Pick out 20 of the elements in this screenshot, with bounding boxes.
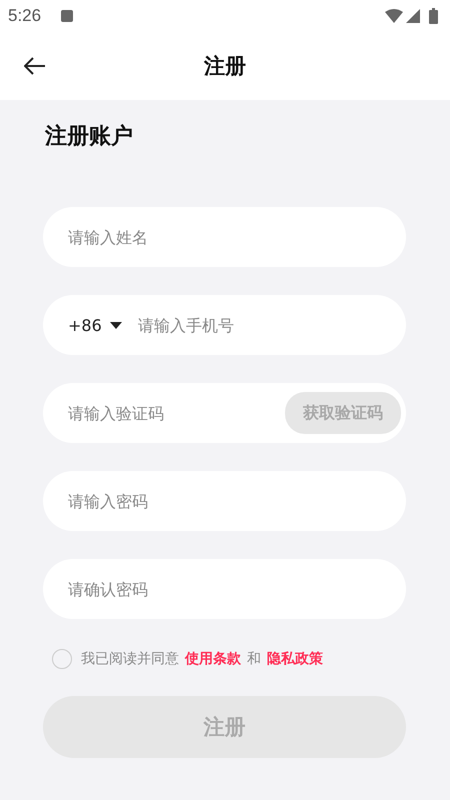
back-arrow-icon [24, 57, 46, 75]
form-heading: 注册账户 [45, 123, 134, 151]
input-field[interactable]: 请输入密码 [43, 471, 406, 531]
input-field[interactable]: 请输入验证码 获取验证码 [43, 383, 406, 443]
country-code-selector[interactable]: +86 [68, 316, 122, 334]
page-title: 注册 [204, 53, 246, 80]
notification-icon [61, 10, 74, 22]
wifi-icon [385, 9, 403, 23]
terms-link[interactable]: 使用条款 [185, 650, 241, 668]
input-field[interactable]: 请确认密码 [43, 559, 406, 619]
status-time: 5:26 [8, 6, 42, 26]
agreement-text: 我已阅读并同意 [81, 650, 179, 668]
input-field[interactable]: 请输入姓名 [43, 207, 406, 267]
conjunction-text: 和 [247, 650, 261, 668]
input-field[interactable]: +86 请输入手机号 [43, 295, 406, 355]
agreement-checkbox[interactable] [52, 649, 72, 669]
privacy-link[interactable]: 隐私政策 [267, 650, 323, 668]
dropdown-caret-icon [110, 322, 122, 328]
signal-icon [406, 9, 420, 23]
battery-icon [429, 8, 438, 24]
